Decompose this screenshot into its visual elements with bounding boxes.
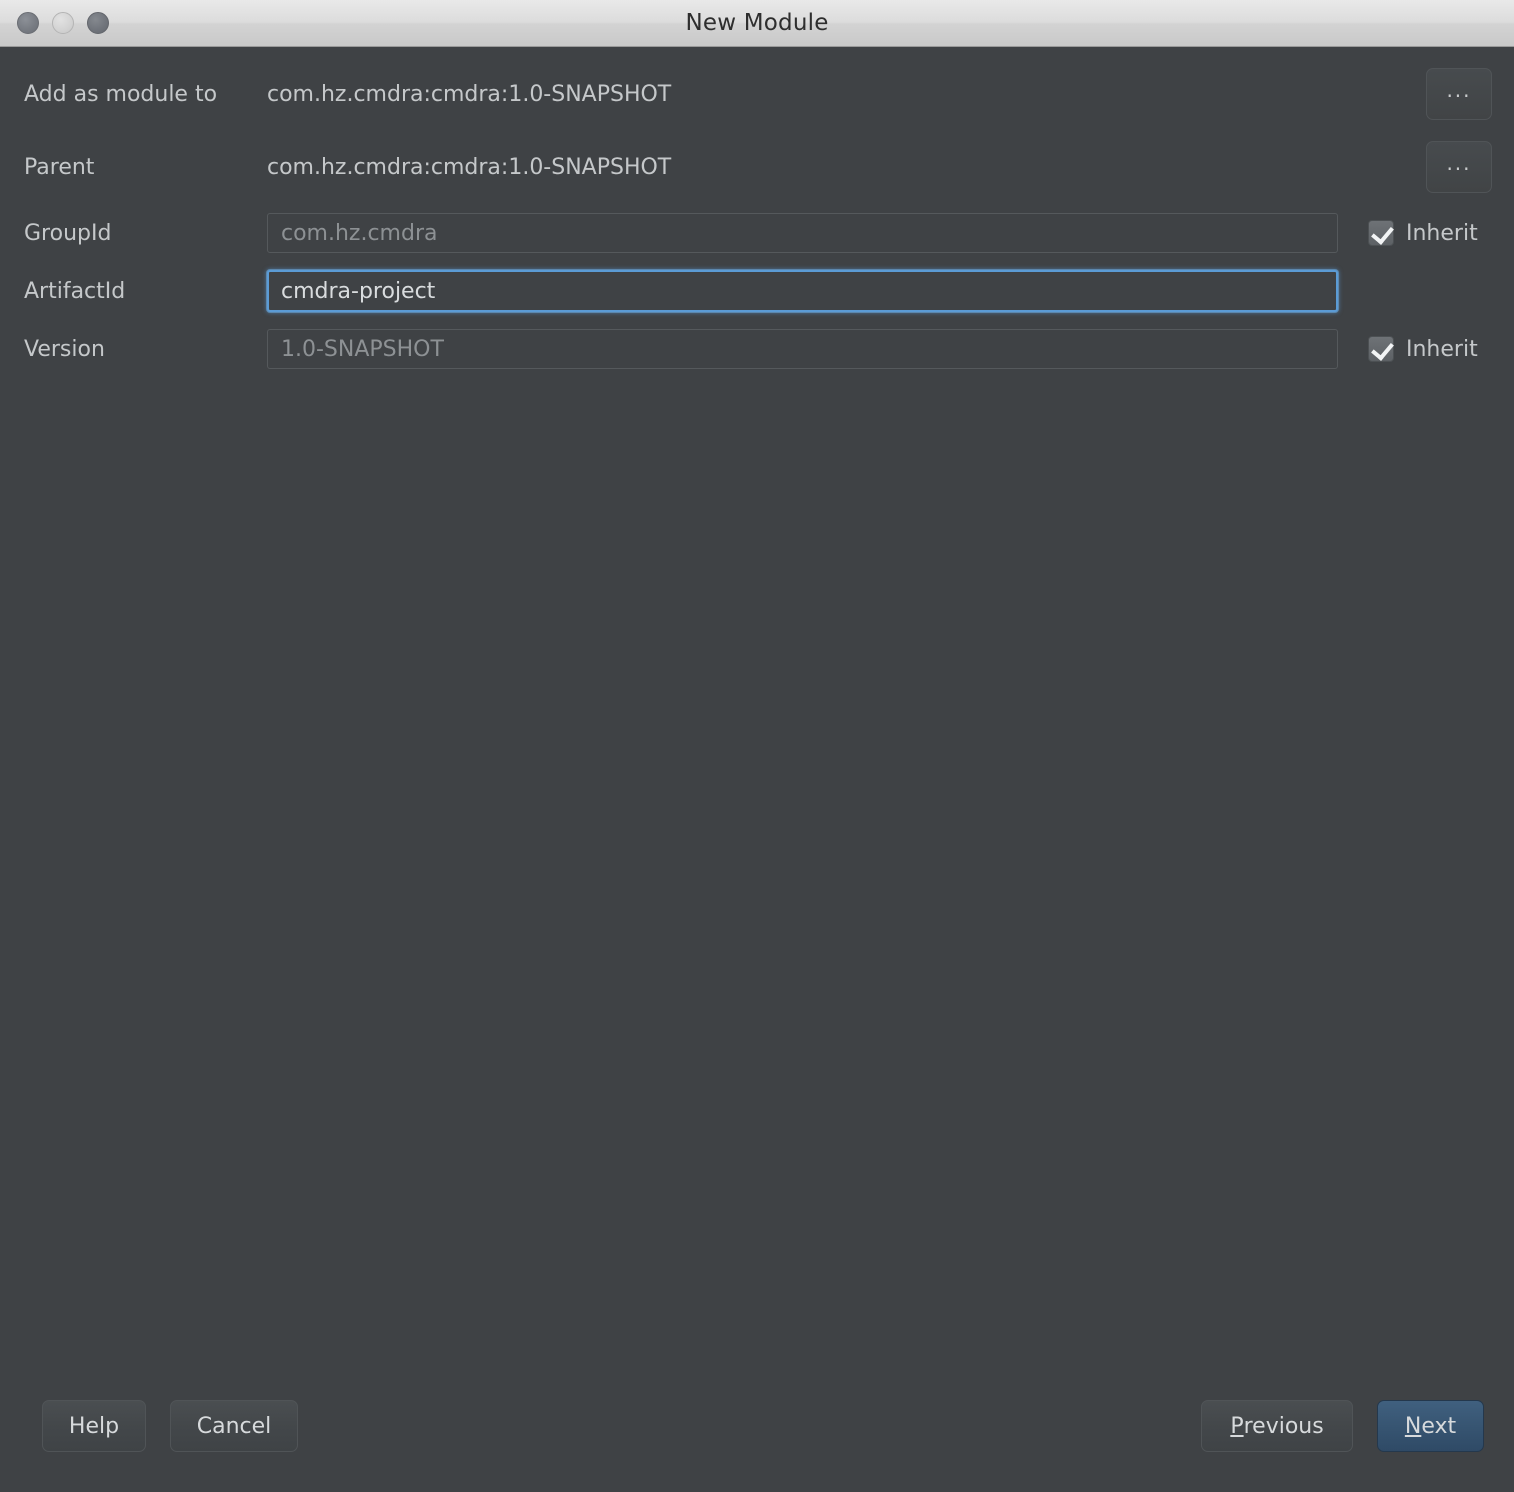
checkbox-icon[interactable] — [1368, 220, 1394, 246]
groupid-inherit-checkbox[interactable]: Inherit — [1368, 220, 1478, 246]
window-title: New Module — [685, 10, 829, 36]
check-icon — [1371, 221, 1394, 245]
artifactid-label: ArtifactId — [24, 278, 126, 304]
row-version: Version 1.0-SNAPSHOT Inherit — [0, 326, 1514, 372]
checkbox-icon[interactable] — [1368, 336, 1394, 362]
parent-label: Parent — [24, 154, 95, 180]
version-inherit-label: Inherit — [1406, 336, 1478, 362]
previous-mnemonic: P — [1230, 1413, 1244, 1439]
groupid-label: GroupId — [24, 220, 112, 246]
dialog-footer: Help Cancel Previous Next — [0, 1376, 1514, 1492]
version-label: Version — [24, 336, 105, 362]
version-inherit-checkbox[interactable]: Inherit — [1368, 336, 1478, 362]
next-mnemonic: N — [1404, 1413, 1422, 1439]
add-as-module-to-value: com.hz.cmdra:cmdra:1.0-SNAPSHOT — [267, 81, 672, 107]
close-button[interactable] — [17, 12, 39, 34]
window-titlebar: New Module — [0, 0, 1514, 47]
help-button[interactable]: Help — [42, 1400, 146, 1452]
row-groupid: GroupId com.hz.cmdra Inherit — [0, 210, 1514, 256]
next-label-rest: ext — [1421, 1413, 1457, 1439]
add-as-module-to-label: Add as module to — [24, 81, 218, 107]
groupid-input[interactable]: com.hz.cmdra — [267, 213, 1338, 253]
new-module-dialog: New Module Add as module to com.hz.cmdra… — [0, 0, 1514, 1492]
row-artifactid: ArtifactId cmdra-project — [0, 268, 1514, 314]
minimize-button[interactable] — [52, 12, 74, 34]
cancel-button[interactable]: Cancel — [170, 1400, 298, 1452]
row-add-as-module-to: Add as module to com.hz.cmdra:cmdra:1.0-… — [0, 68, 1514, 120]
parent-value: com.hz.cmdra:cmdra:1.0-SNAPSHOT — [267, 154, 672, 180]
add-as-module-to-browse-button[interactable]: ... — [1426, 68, 1492, 120]
groupid-inherit-label: Inherit — [1406, 220, 1478, 246]
check-icon — [1371, 337, 1394, 361]
previous-label-rest: revious — [1243, 1413, 1324, 1439]
row-parent: Parent com.hz.cmdra:cmdra:1.0-SNAPSHOT .… — [0, 141, 1514, 193]
dialog-body: Add as module to com.hz.cmdra:cmdra:1.0-… — [0, 47, 1514, 1492]
window-controls — [17, 12, 109, 34]
next-button[interactable]: Next — [1377, 1400, 1484, 1452]
artifactid-input[interactable]: cmdra-project — [267, 270, 1338, 312]
previous-button[interactable]: Previous — [1201, 1400, 1353, 1452]
maximize-button[interactable] — [87, 12, 109, 34]
version-input[interactable]: 1.0-SNAPSHOT — [267, 329, 1338, 369]
parent-browse-button[interactable]: ... — [1426, 141, 1492, 193]
